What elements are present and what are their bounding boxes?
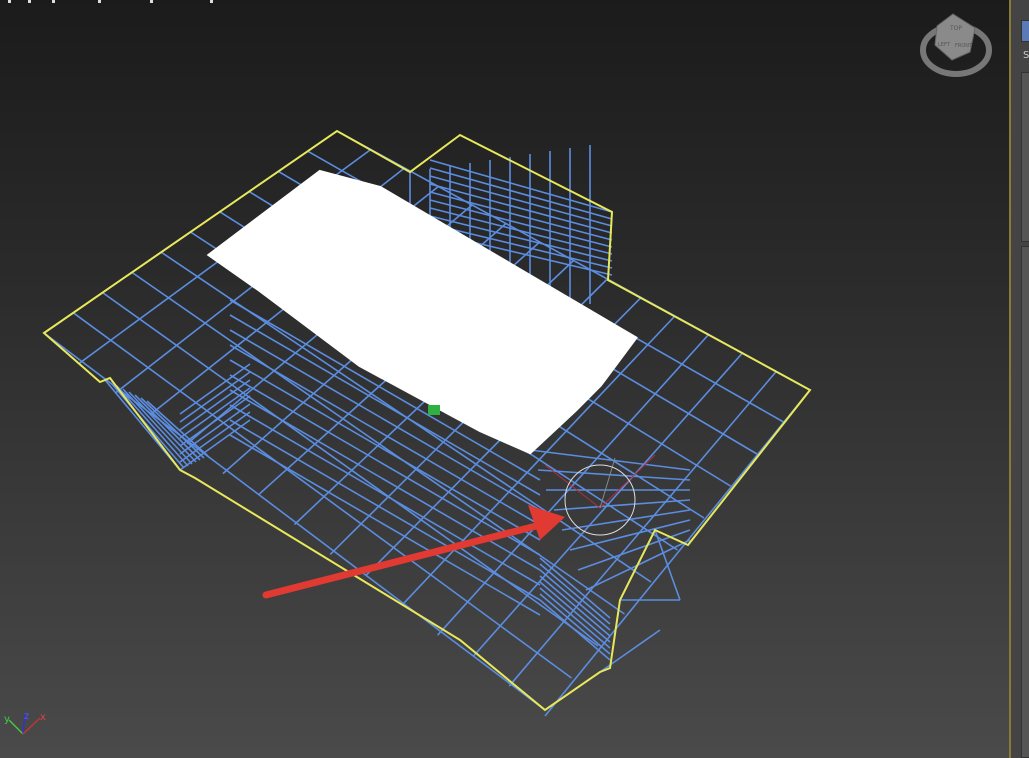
wire-edge bbox=[539, 563, 611, 625]
wire-edge bbox=[553, 499, 691, 511]
axis-x-label: x bbox=[40, 712, 46, 723]
wire-edge bbox=[229, 434, 541, 616]
wire-edge bbox=[539, 593, 611, 655]
panel-tab-button[interactable] bbox=[1021, 20, 1029, 42]
command-panel: S bbox=[1009, 0, 1029, 758]
axis-z-label: z bbox=[24, 711, 29, 722]
viewcube-left[interactable]: LEFT bbox=[938, 42, 951, 48]
panel-rollout[interactable] bbox=[1021, 72, 1029, 242]
red-arrow-annotation bbox=[262, 505, 565, 599]
viewcube-top[interactable]: TOP bbox=[949, 25, 962, 32]
wire-edge bbox=[122, 388, 193, 465]
wire-edge bbox=[539, 575, 611, 637]
panel-tab-label: S bbox=[1023, 50, 1029, 61]
wire-edge bbox=[179, 379, 251, 431]
viewcube-front[interactable]: FRONT bbox=[955, 43, 973, 49]
axis-y-label: y bbox=[4, 714, 10, 725]
wire-edge bbox=[179, 371, 251, 423]
green-object bbox=[428, 405, 440, 415]
wire-edge bbox=[429, 175, 613, 227]
wire-edge bbox=[179, 363, 251, 415]
wire-edge bbox=[537, 469, 691, 481]
wire-edge bbox=[179, 395, 251, 447]
transform-gizmo[interactable] bbox=[544, 454, 656, 536]
wire-edge bbox=[429, 167, 613, 220]
wire-edge bbox=[577, 529, 691, 571]
wire-edge bbox=[429, 159, 613, 213]
viewcube[interactable]: TOP LEFT FRONT bbox=[920, 13, 992, 77]
wire-edge bbox=[116, 385, 189, 467]
wire-edge bbox=[529, 449, 691, 471]
wire-edge bbox=[561, 509, 691, 531]
wire-edge bbox=[128, 391, 197, 463]
3d-viewport[interactable]: y z x TOP LEFT FRONT bbox=[0, 0, 1009, 758]
axis-tripod: y z x bbox=[4, 711, 46, 735]
panel-rollout[interactable] bbox=[1021, 246, 1029, 758]
wire-edge bbox=[429, 183, 613, 234]
wire-edge bbox=[179, 403, 251, 455]
